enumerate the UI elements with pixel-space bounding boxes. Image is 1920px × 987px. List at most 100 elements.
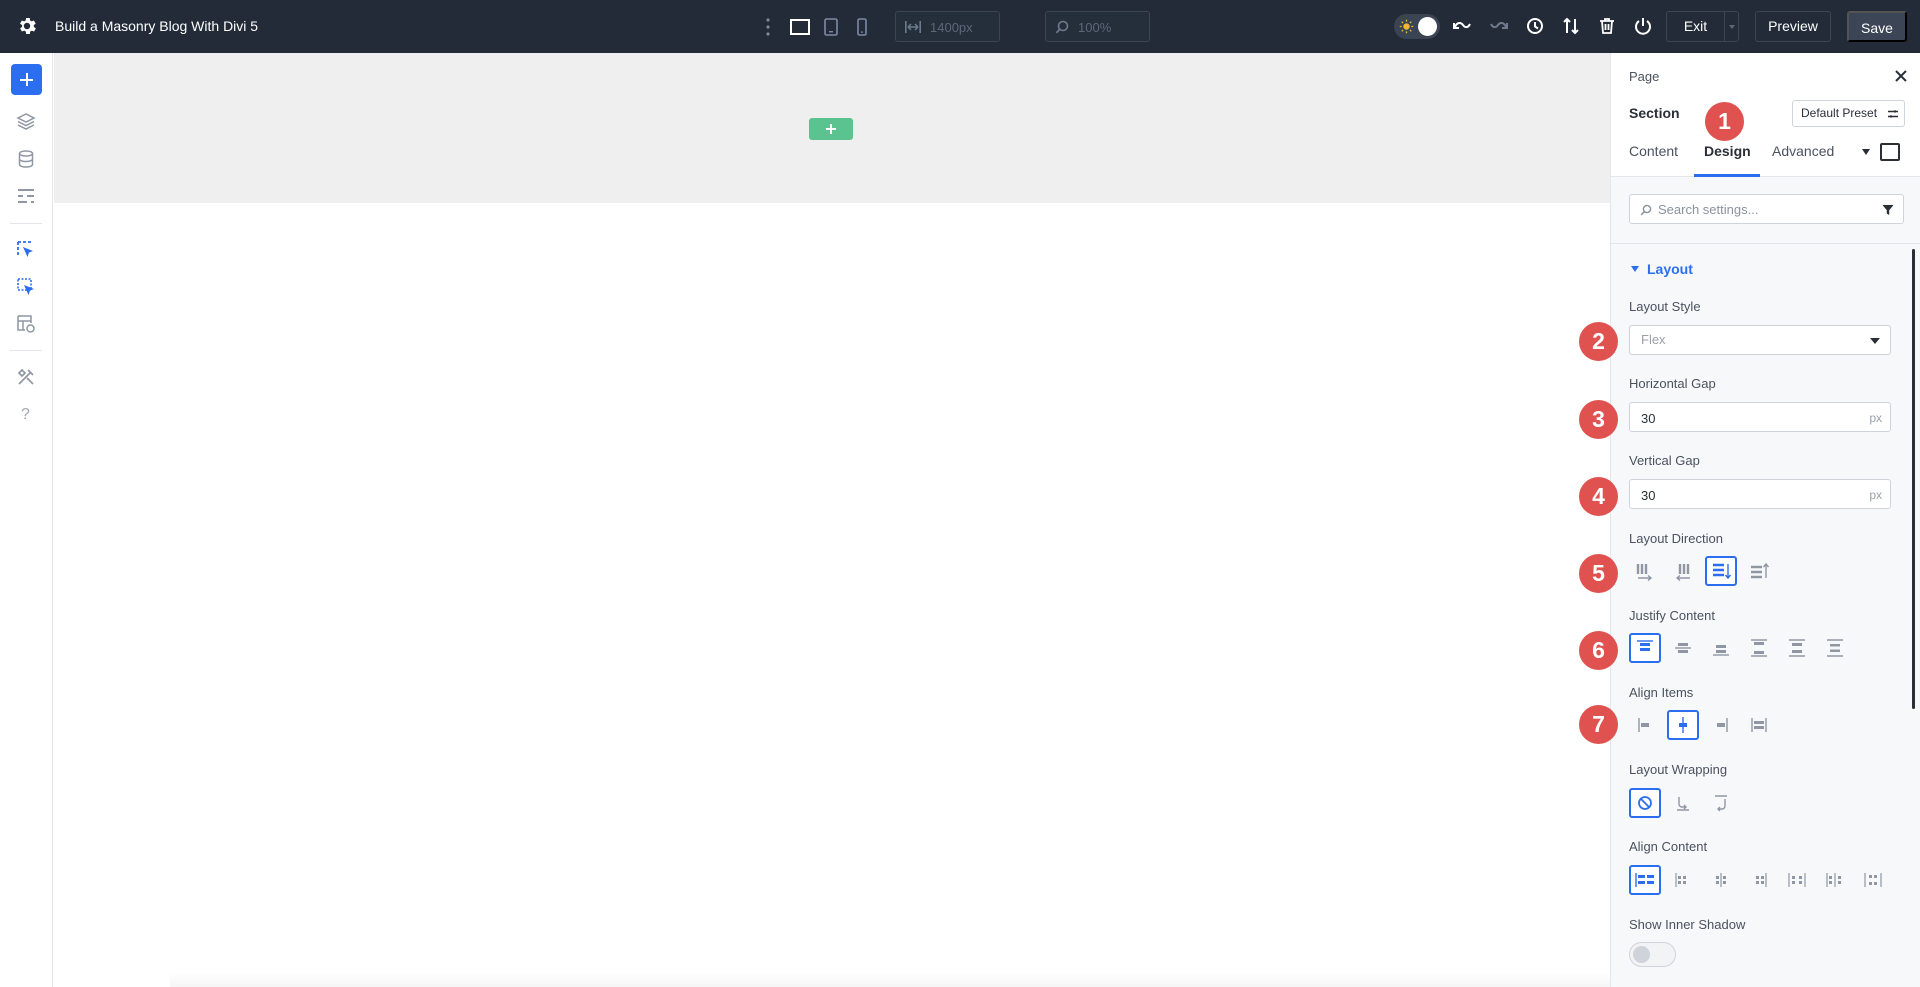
search-input[interactable] [1658, 199, 1858, 219]
zoom-field[interactable]: 100% [1045, 11, 1150, 42]
horizontal-gap-unit[interactable]: px [1869, 411, 1882, 425]
select-multiple-icon[interactable] [16, 277, 36, 297]
power-icon[interactable] [1633, 16, 1653, 36]
more-vertical-icon[interactable] [764, 16, 772, 38]
layout-direction-label: Layout Direction [1629, 531, 1723, 546]
filter-icon[interactable] [1882, 204, 1894, 216]
direction-row-reverse-option[interactable] [1667, 556, 1699, 586]
list-settings-icon[interactable] [16, 186, 36, 206]
toggle-knob [1418, 17, 1437, 36]
vertical-gap-input[interactable]: 30 px [1629, 479, 1891, 509]
justify-end-option[interactable] [1705, 633, 1737, 663]
tab-content[interactable]: Content [1629, 143, 1678, 159]
align-content-center-option[interactable] [1667, 865, 1699, 895]
select-element-icon[interactable] [16, 240, 36, 260]
justify-space-between-icon [1751, 639, 1767, 657]
wrap-reverse-option[interactable] [1705, 788, 1737, 818]
layout-style-select[interactable]: Flex [1629, 325, 1891, 355]
layout-preview-icon[interactable] [16, 314, 36, 334]
align-content-space-evenly-icon [1826, 873, 1841, 887]
database-icon[interactable] [16, 149, 36, 169]
close-icon[interactable] [1894, 69, 1908, 83]
inner-shadow-toggle[interactable] [1629, 942, 1676, 967]
sidebar-divider [10, 350, 42, 351]
align-start-icon [1638, 718, 1649, 732]
justify-space-evenly-icon [1827, 639, 1843, 657]
layers-icon[interactable] [16, 111, 36, 131]
align-items-center-option[interactable] [1667, 710, 1699, 740]
align-content-stretch-option[interactable] [1857, 865, 1889, 895]
justify-start-option[interactable] [1629, 633, 1661, 663]
redo-icon[interactable] [1489, 16, 1509, 36]
justify-space-between-option[interactable] [1743, 633, 1775, 663]
tab-design[interactable]: Design [1704, 143, 1751, 159]
align-content-space-around-icon [1788, 873, 1806, 887]
exit-button[interactable]: Exit [1666, 11, 1724, 42]
trash-icon[interactable] [1597, 16, 1617, 36]
theme-toggle[interactable] [1394, 14, 1440, 39]
add-row-button[interactable] [809, 118, 853, 140]
tools-icon[interactable] [16, 367, 36, 387]
sun-icon [1399, 19, 1414, 34]
justify-space-evenly-option[interactable] [1819, 633, 1851, 663]
panel-expand-icon[interactable] [1880, 143, 1900, 161]
align-items-start-option[interactable] [1629, 710, 1661, 740]
wrap-icon [1677, 797, 1689, 811]
canvas-width-field[interactable]: 1400px [895, 11, 1000, 42]
layout-style-value: Flex [1641, 332, 1666, 347]
align-items-stretch-option[interactable] [1743, 710, 1775, 740]
top-toolbar: Build a Masonry Blog With Divi 5 1400px … [0, 0, 1920, 53]
step-badge-4: 4 [1579, 477, 1618, 516]
align-content-end-option[interactable] [1705, 865, 1737, 895]
horizontal-gap-input[interactable]: 30 px [1629, 402, 1891, 432]
panel-scrollbar[interactable] [1912, 249, 1915, 709]
align-content-end-icon [1716, 873, 1726, 887]
collapse-chevron-icon[interactable] [1631, 266, 1639, 272]
panel-breadcrumb[interactable]: Page [1629, 69, 1659, 84]
align-content-label: Align Content [1629, 839, 1708, 854]
preview-button[interactable]: Preview [1755, 11, 1831, 42]
step-badge-7: 7 [1579, 705, 1618, 744]
panel-header: Page Section Default Preset Content Desi… [1611, 53, 1920, 177]
save-button[interactable]: Save [1847, 11, 1907, 42]
add-element-button[interactable] [11, 64, 42, 95]
align-items-end-option[interactable] [1705, 710, 1737, 740]
exit-dropdown-toggle[interactable] [1724, 11, 1739, 42]
justify-space-around-option[interactable] [1781, 633, 1813, 663]
align-content-space-evenly-option[interactable] [1819, 865, 1851, 895]
settings-search[interactable] [1629, 194, 1904, 224]
canvas-width-value: 1400px [930, 20, 973, 35]
wrap-none-option[interactable] [1629, 788, 1661, 818]
settings-panel: Page Section Default Preset Content Desi… [1610, 53, 1920, 987]
wrap-option[interactable] [1667, 788, 1699, 818]
tablet-view-icon[interactable] [823, 16, 839, 38]
tab-more-chevron-icon[interactable] [1862, 149, 1870, 155]
tab-advanced[interactable]: Advanced [1772, 143, 1834, 159]
justify-space-around-icon [1789, 639, 1805, 657]
history-icon[interactable] [1525, 16, 1545, 36]
phone-view-icon[interactable] [855, 16, 869, 38]
direction-column-option[interactable] [1705, 556, 1737, 586]
panel-divider [1611, 243, 1920, 244]
help-icon[interactable]: ? [21, 406, 30, 424]
inner-shadow-label: Show Inner Shadow [1629, 917, 1746, 932]
sort-icon[interactable] [1561, 16, 1581, 36]
panel-element-title: Section [1629, 105, 1680, 121]
chevron-down-icon [1870, 338, 1880, 344]
layout-style-label: Layout Style [1629, 299, 1701, 314]
gear-icon[interactable] [16, 15, 38, 37]
group-title-layout[interactable]: Layout [1647, 261, 1693, 277]
direction-column-reverse-option[interactable] [1743, 556, 1775, 586]
preset-selector[interactable]: Default Preset [1792, 100, 1905, 127]
canvas-bottom-shadow [170, 972, 1610, 987]
align-content-start-option[interactable] [1629, 865, 1661, 895]
align-content-space-around-option[interactable] [1781, 865, 1813, 895]
align-content-space-between-option[interactable] [1743, 865, 1775, 895]
direction-row-option[interactable] [1629, 556, 1661, 586]
desktop-view-icon[interactable] [789, 16, 811, 38]
undo-icon[interactable] [1452, 16, 1472, 36]
justify-start-icon [1637, 640, 1653, 651]
justify-center-option[interactable] [1667, 633, 1699, 663]
active-tab-indicator [1694, 174, 1760, 177]
vertical-gap-unit[interactable]: px [1869, 488, 1882, 502]
